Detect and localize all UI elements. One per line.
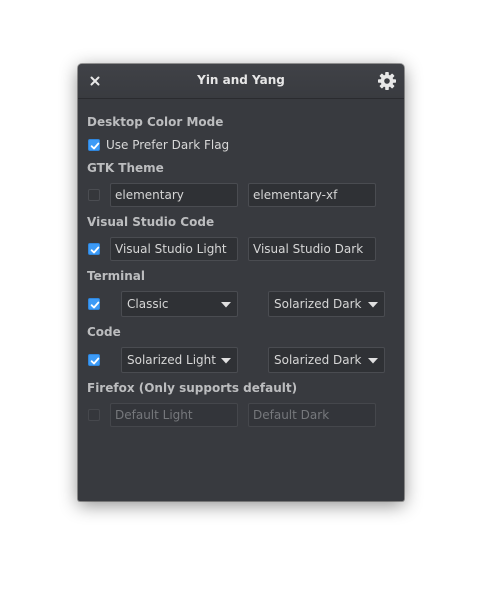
prefer-dark-label[interactable]: Use Prefer Dark Flag [106, 138, 229, 152]
window-title: Yin and Yang [197, 73, 285, 87]
vscode-checkbox[interactable] [88, 243, 100, 255]
firefox-dark-theme-field[interactable]: Default Dark [248, 403, 376, 427]
triangle-down-icon [368, 358, 378, 364]
terminal-dark-theme-dropdown[interactable]: Solarized Dark [268, 291, 385, 317]
check-icon [90, 301, 100, 309]
title-bar: Yin and Yang [78, 64, 404, 99]
desktop-color-mode-heading: Desktop Color Mode [87, 115, 224, 129]
gtk-light-theme-field[interactable]: elementary [110, 183, 238, 207]
prefer-dark-checkbox[interactable] [88, 139, 100, 151]
firefox-checkbox[interactable] [88, 409, 100, 421]
firefox-light-theme-field[interactable]: Default Light [110, 403, 238, 427]
gtk-theme-heading: GTK Theme [87, 161, 164, 175]
triangle-down-icon [221, 358, 231, 364]
vscode-heading: Visual Studio Code [87, 215, 215, 229]
code-checkbox[interactable] [88, 354, 100, 366]
firefox-heading: Firefox (Only supports default) [87, 381, 298, 395]
app-window: Yin and Yang Desktop Color Mode Use Pref… [78, 64, 404, 501]
settings-button[interactable] [377, 71, 397, 91]
vscode-light-theme-field[interactable]: Visual Studio Light [110, 237, 238, 261]
terminal-light-theme-value: Classic [127, 297, 169, 311]
triangle-down-icon [221, 302, 231, 308]
gtk-theme-checkbox[interactable] [88, 189, 100, 201]
code-light-theme-value: Solarized Light [127, 353, 216, 367]
terminal-heading: Terminal [87, 269, 146, 283]
check-icon [90, 357, 100, 365]
vscode-dark-theme-field[interactable]: Visual Studio Dark [248, 237, 376, 261]
gtk-dark-theme-field[interactable]: elementary-xf [248, 183, 376, 207]
code-heading: Code [87, 325, 121, 339]
terminal-checkbox[interactable] [88, 298, 100, 310]
triangle-down-icon [368, 302, 378, 308]
code-dark-theme-dropdown[interactable]: Solarized Dark [268, 347, 385, 373]
terminal-light-theme-dropdown[interactable]: Classic [121, 291, 238, 317]
check-icon [90, 246, 100, 254]
check-icon [90, 142, 100, 150]
gear-icon [378, 72, 396, 90]
code-dark-theme-value: Solarized Dark [274, 353, 362, 367]
code-light-theme-dropdown[interactable]: Solarized Light [121, 347, 238, 373]
terminal-dark-theme-value: Solarized Dark [274, 297, 362, 311]
